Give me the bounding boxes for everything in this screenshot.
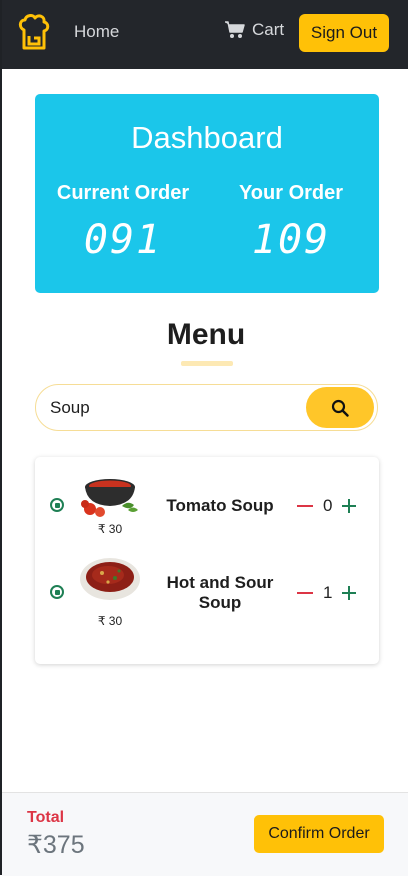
item-name: Tomato Soup	[166, 496, 274, 515]
nav-cart-label: Cart	[252, 20, 285, 39]
item-price: ₹ 30	[97, 522, 123, 536]
tomato-soup-image	[81, 479, 138, 517]
item-quantity: 0	[323, 496, 333, 515]
your-order-block: Your Order 109	[205, 182, 377, 263]
plus-icon[interactable]	[342, 499, 357, 513]
minus-icon[interactable]	[297, 592, 313, 594]
current-order-label: Current Order	[56, 182, 190, 204]
your-order-value: 109	[251, 217, 331, 263]
current-order-block: Current Order 091	[37, 182, 209, 263]
menu-title-underline	[181, 361, 233, 366]
your-order-label: Your Order	[238, 182, 344, 204]
minus-icon[interactable]	[297, 505, 313, 507]
search-input[interactable]	[48, 394, 302, 422]
total-label: Total	[27, 809, 65, 826]
search-icon	[331, 399, 349, 417]
item-name: Hot and Sour Soup	[166, 573, 274, 612]
item-price: ₹ 30	[97, 614, 123, 628]
menu-search-bar	[35, 384, 378, 431]
radio-selected-icon[interactable]	[50, 498, 64, 512]
menu-item: ₹ 30 Tomato Soup 0	[35, 471, 379, 551]
sign-out-button[interactable]: Sign Out	[299, 14, 389, 52]
cart-icon	[225, 21, 245, 38]
dashboard-panel: Dashboard Current Order 091 Your Order 1…	[35, 94, 379, 293]
dashboard-title: Dashboard	[131, 120, 283, 155]
current-order-value: 091	[83, 217, 163, 263]
plus-icon[interactable]	[342, 586, 357, 600]
chef-hat-logo-icon[interactable]	[18, 14, 50, 52]
nav-cart-link[interactable]: Cart	[224, 20, 284, 40]
item-quantity: 1	[323, 583, 333, 602]
nav-home-link[interactable]: Home	[74, 22, 119, 42]
search-button[interactable]	[306, 387, 374, 428]
radio-selected-icon[interactable]	[50, 585, 64, 599]
menu-items-card: ₹ 30 Tomato Soup 0 ₹ 30 Hot and Sour Sou…	[35, 457, 379, 664]
navbar: Home Cart Sign Out	[2, 0, 408, 69]
confirm-order-button[interactable]: Confirm Order	[254, 815, 384, 853]
menu-title: Menu	[166, 318, 246, 351]
quantity-stepper: 0	[297, 496, 357, 516]
quantity-stepper: 1	[297, 583, 357, 603]
order-footer: Total ₹375 Confirm Order	[2, 792, 408, 876]
menu-item: ₹ 30 Hot and Sour Soup 1	[35, 555, 379, 635]
hot-and-sour-soup-image	[80, 558, 140, 600]
total-value: ₹375	[27, 831, 85, 859]
